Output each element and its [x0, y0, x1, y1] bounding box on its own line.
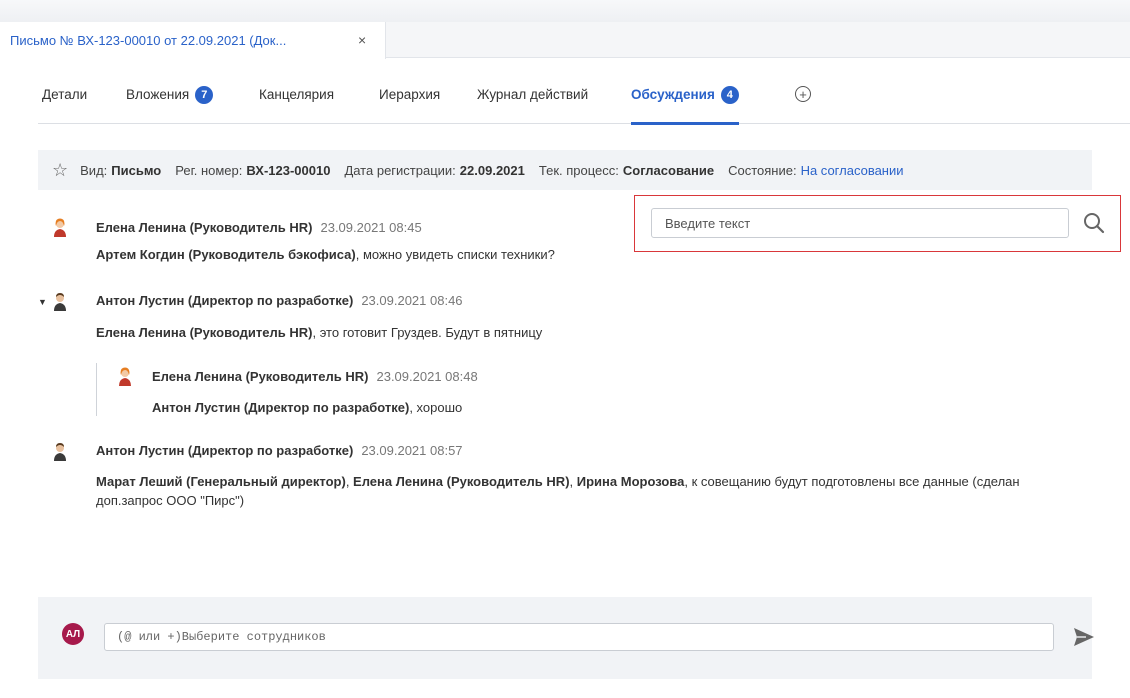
mention[interactable]: Марат Леший (Генеральный директор) [96, 474, 346, 489]
section-tabs: Детали Вложения 7 Канцелярия Иерархия Жу… [38, 82, 1130, 125]
process-value: Согласование [622, 162, 715, 178]
avatar: АЛ [62, 623, 84, 645]
type-value: Письмо [111, 162, 162, 178]
tab-office[interactable]: Канцелярия [259, 82, 334, 124]
reg-date-value: 22.09.2021 [459, 162, 525, 178]
count-badge: 7 [195, 86, 214, 104]
reg-date-label: Дата регистрации: [344, 162, 456, 178]
tab-label: Канцелярия [259, 87, 335, 102]
message-input[interactable] [104, 623, 1054, 651]
message-author: Елена Ленина (Руководитель HR) 23.09.2021… [96, 220, 422, 235]
tab-hierarchy[interactable]: Иерархия [379, 82, 440, 124]
message-time: 23.09.2021 08:45 [320, 220, 422, 235]
message-composer: АЛ [38, 597, 1094, 679]
tab-label: Детали [42, 87, 88, 102]
message-time: 23.09.2021 08:46 [361, 293, 463, 308]
tab-attachments[interactable]: Вложения 7 [126, 82, 214, 124]
mention[interactable]: Елена Ленина (Руководитель HR) [353, 474, 569, 489]
tab-label: Обсуждения [631, 87, 715, 102]
document-tab-bar: Письмо № ВХ-123-00010 от 22.09.2021 (Док… [0, 22, 1130, 59]
add-tab-icon[interactable]: + [795, 86, 811, 102]
send-icon[interactable] [1072, 626, 1096, 648]
document-tab[interactable]: Письмо № ВХ-123-00010 от 22.09.2021 (Док… [0, 22, 386, 59]
collapse-caret-icon[interactable]: ▼ [38, 297, 47, 307]
mention[interactable]: Елена Ленина (Руководитель HR) [96, 325, 312, 340]
message-text: Марат Леший (Генеральный директор), Елен… [96, 474, 1020, 508]
tab-discussions[interactable]: Обсуждения 4 [631, 82, 739, 125]
search-highlight-frame [634, 195, 1121, 252]
user-female-icon [54, 218, 66, 237]
reg-number-label: Рег. номер: [175, 162, 243, 178]
window-top-strip [0, 0, 1130, 22]
document-info-bar: ☆ Вид: Письмо Рег. номер: ВХ-123-00010 Д… [38, 150, 1092, 190]
user-male-icon [54, 293, 66, 311]
state-label: Состояние: [728, 162, 797, 178]
reg-number-value: ВХ-123-00010 [246, 162, 331, 178]
message-text: Артем Когдин (Руководитель бэкофиса), мо… [96, 247, 555, 262]
message-time: 23.09.2021 08:57 [361, 443, 463, 458]
document-tab-title[interactable]: Письмо № ВХ-123-00010 от 22.09.2021 (Док… [10, 33, 286, 48]
search-input[interactable] [651, 208, 1069, 238]
message-text: Елена Ленина (Руководитель HR), это гото… [96, 325, 543, 340]
reply-thread-line [96, 363, 97, 416]
type-label: Вид: [80, 162, 108, 178]
message-author: Антон Лустин (Директор по разработке) 23.… [96, 443, 463, 458]
message-author: Антон Лустин (Директор по разработке) 23.… [96, 293, 463, 308]
tab-details[interactable]: Детали [42, 82, 87, 124]
process-label: Тек. процесс: [538, 162, 619, 178]
mention[interactable]: Ирина Морозова [577, 474, 685, 489]
mention[interactable]: Артем Когдин (Руководитель бэкофиса) [96, 247, 356, 262]
state-value[interactable]: На согласовании [801, 163, 904, 178]
user-female-icon [119, 367, 131, 386]
tab-label: Иерархия [379, 87, 441, 102]
tab-action-log[interactable]: Журнал действий [477, 82, 588, 124]
star-icon[interactable]: ☆ [52, 160, 68, 181]
mention[interactable]: Антон Лустин (Директор по разработке) [152, 400, 409, 415]
tab-label: Вложения [126, 87, 190, 102]
message-time: 23.09.2021 08:48 [376, 369, 478, 384]
close-icon[interactable]: × [358, 32, 366, 48]
tab-label: Журнал действий [477, 87, 589, 102]
user-male-icon [54, 443, 66, 461]
message-author: Елена Ленина (Руководитель HR) 23.09.2021… [152, 369, 478, 384]
message-text: Антон Лустин (Директор по разработке), х… [152, 400, 463, 415]
count-badge: 4 [720, 86, 739, 104]
search-icon[interactable] [1081, 210, 1107, 236]
